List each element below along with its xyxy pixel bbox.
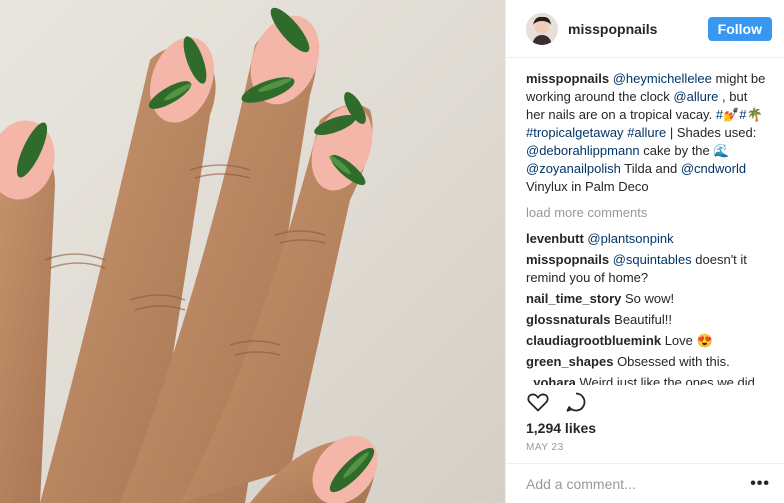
mention-link[interactable]: @allure: [673, 89, 718, 104]
comments-list: misspopnails @heymichellelee might be wo…: [506, 58, 784, 385]
more-options-icon[interactable]: •••: [750, 475, 770, 493]
action-bar: [526, 390, 588, 414]
comment: misspopnails @squintables doesn't it rem…: [526, 251, 768, 287]
post-date: MAY 23: [526, 442, 564, 453]
comment-text: Love 😍: [664, 333, 713, 348]
comment-username[interactable]: levenbutt: [526, 231, 584, 246]
post-header: misspopnails Follow: [506, 0, 784, 58]
comment-text: Vinylux in Palm Deco: [526, 179, 649, 194]
comment-text: Tilda and: [620, 161, 681, 176]
mention-link[interactable]: @squintables: [613, 252, 692, 267]
mention-link[interactable]: #🌴: [739, 107, 762, 122]
comment: glossnaturals Beautiful!!: [526, 311, 768, 329]
comment-text: Obsessed with this.: [617, 354, 730, 369]
comment-text: So wow!: [625, 291, 675, 306]
follow-button[interactable]: Follow: [707, 16, 772, 41]
add-comment-bar: •••: [506, 463, 784, 503]
comment-text: cake by the 🌊: [639, 143, 730, 158]
comment-username[interactable]: _yohara: [526, 375, 576, 385]
comment-username[interactable]: misspopnails: [526, 252, 609, 267]
comment: _yohara Weird just like the ones we did …: [526, 374, 768, 385]
comment: green_shapes Obsessed with this.: [526, 353, 768, 371]
avatar[interactable]: [526, 12, 558, 45]
comment: nail_time_story So wow!: [526, 290, 768, 308]
mention-link[interactable]: @cndworld: [681, 161, 746, 176]
likes-count[interactable]: 1,294 likes: [526, 420, 596, 436]
mention-link[interactable]: @plantsonpink: [587, 231, 673, 246]
comment: claudiagrootbluemink Love 😍: [526, 332, 768, 350]
comment-username[interactable]: claudiagrootbluemink: [526, 333, 661, 348]
add-comment-input[interactable]: [526, 475, 751, 492]
comment-username[interactable]: nail_time_story: [526, 291, 621, 306]
post-photo[interactable]: [0, 0, 505, 503]
mention-link[interactable]: #allure: [627, 125, 666, 140]
comment-text: | Shades used:: [666, 125, 757, 140]
mention-link[interactable]: @heymichellelee: [613, 71, 712, 86]
comment: levenbutt @plantsonpink: [526, 230, 768, 248]
speech-bubble-icon[interactable]: [564, 390, 588, 414]
comment-text: Beautiful!!: [614, 312, 672, 327]
mention-link[interactable]: #💅: [716, 107, 739, 122]
hand-with-leaf-nail-art: [0, 7, 378, 503]
heart-icon[interactable]: [526, 390, 550, 414]
comment-username[interactable]: green_shapes: [526, 354, 613, 369]
mention-link[interactable]: @deborahlippmann: [526, 143, 640, 158]
caption: misspopnails @heymichellelee might be wo…: [526, 70, 768, 196]
caption-username[interactable]: misspopnails: [526, 71, 609, 86]
post-username[interactable]: misspopnails: [568, 21, 708, 37]
mention-link[interactable]: #tropicalgetaway: [526, 125, 624, 140]
post-frame: misspopnails Follow misspopnails @heymic…: [0, 0, 784, 503]
post-sidebar: misspopnails Follow misspopnails @heymic…: [505, 0, 784, 503]
load-more-comments-button[interactable]: load more comments: [526, 204, 768, 222]
mention-link[interactable]: @zoyanailpolish: [526, 161, 621, 176]
comment-username[interactable]: glossnaturals: [526, 312, 611, 327]
